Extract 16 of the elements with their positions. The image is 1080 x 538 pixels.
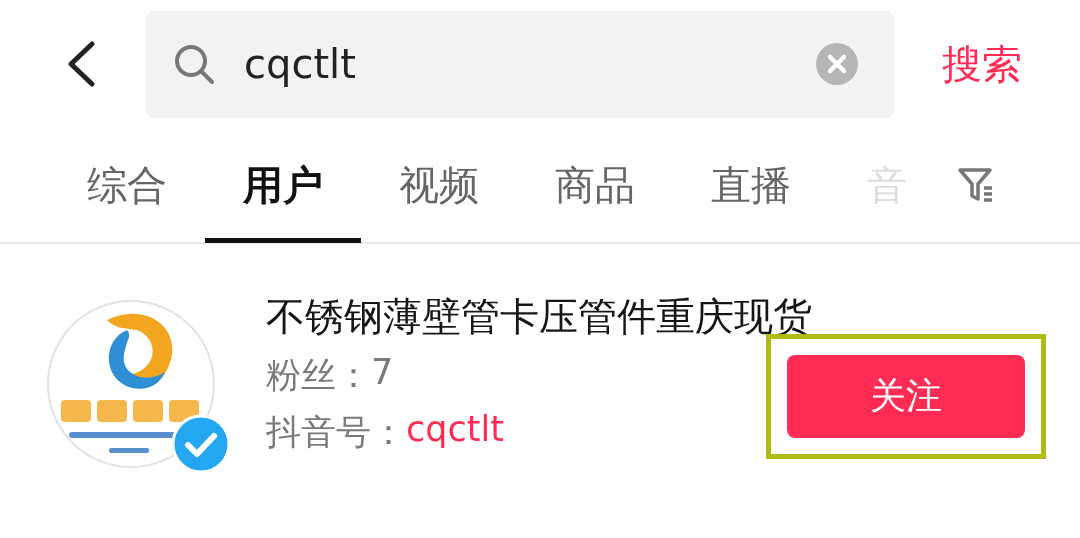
tab[interactable]: 视频 [361,127,517,243]
tab[interactable]: 用户 [205,127,361,243]
follow-button[interactable]: 关注 [787,354,1025,438]
back-icon[interactable] [66,41,96,87]
user-id: cqctlt [406,409,504,452]
filter-icon[interactable] [957,166,995,204]
id-label: 抖音号： [266,411,406,455]
search-field[interactable]: cqctlt [146,10,894,118]
search-icon [172,42,216,86]
fans-label: 粉丝： [266,354,371,398]
search-button[interactable]: 搜索 [942,36,1022,92]
tab[interactable]: 直播 [673,127,829,243]
fans-count: 7 [371,352,394,395]
tab[interactable]: 商品 [517,127,673,243]
tab[interactable]: 综合 [49,127,205,243]
search-input[interactable]: cqctlt [244,41,788,87]
